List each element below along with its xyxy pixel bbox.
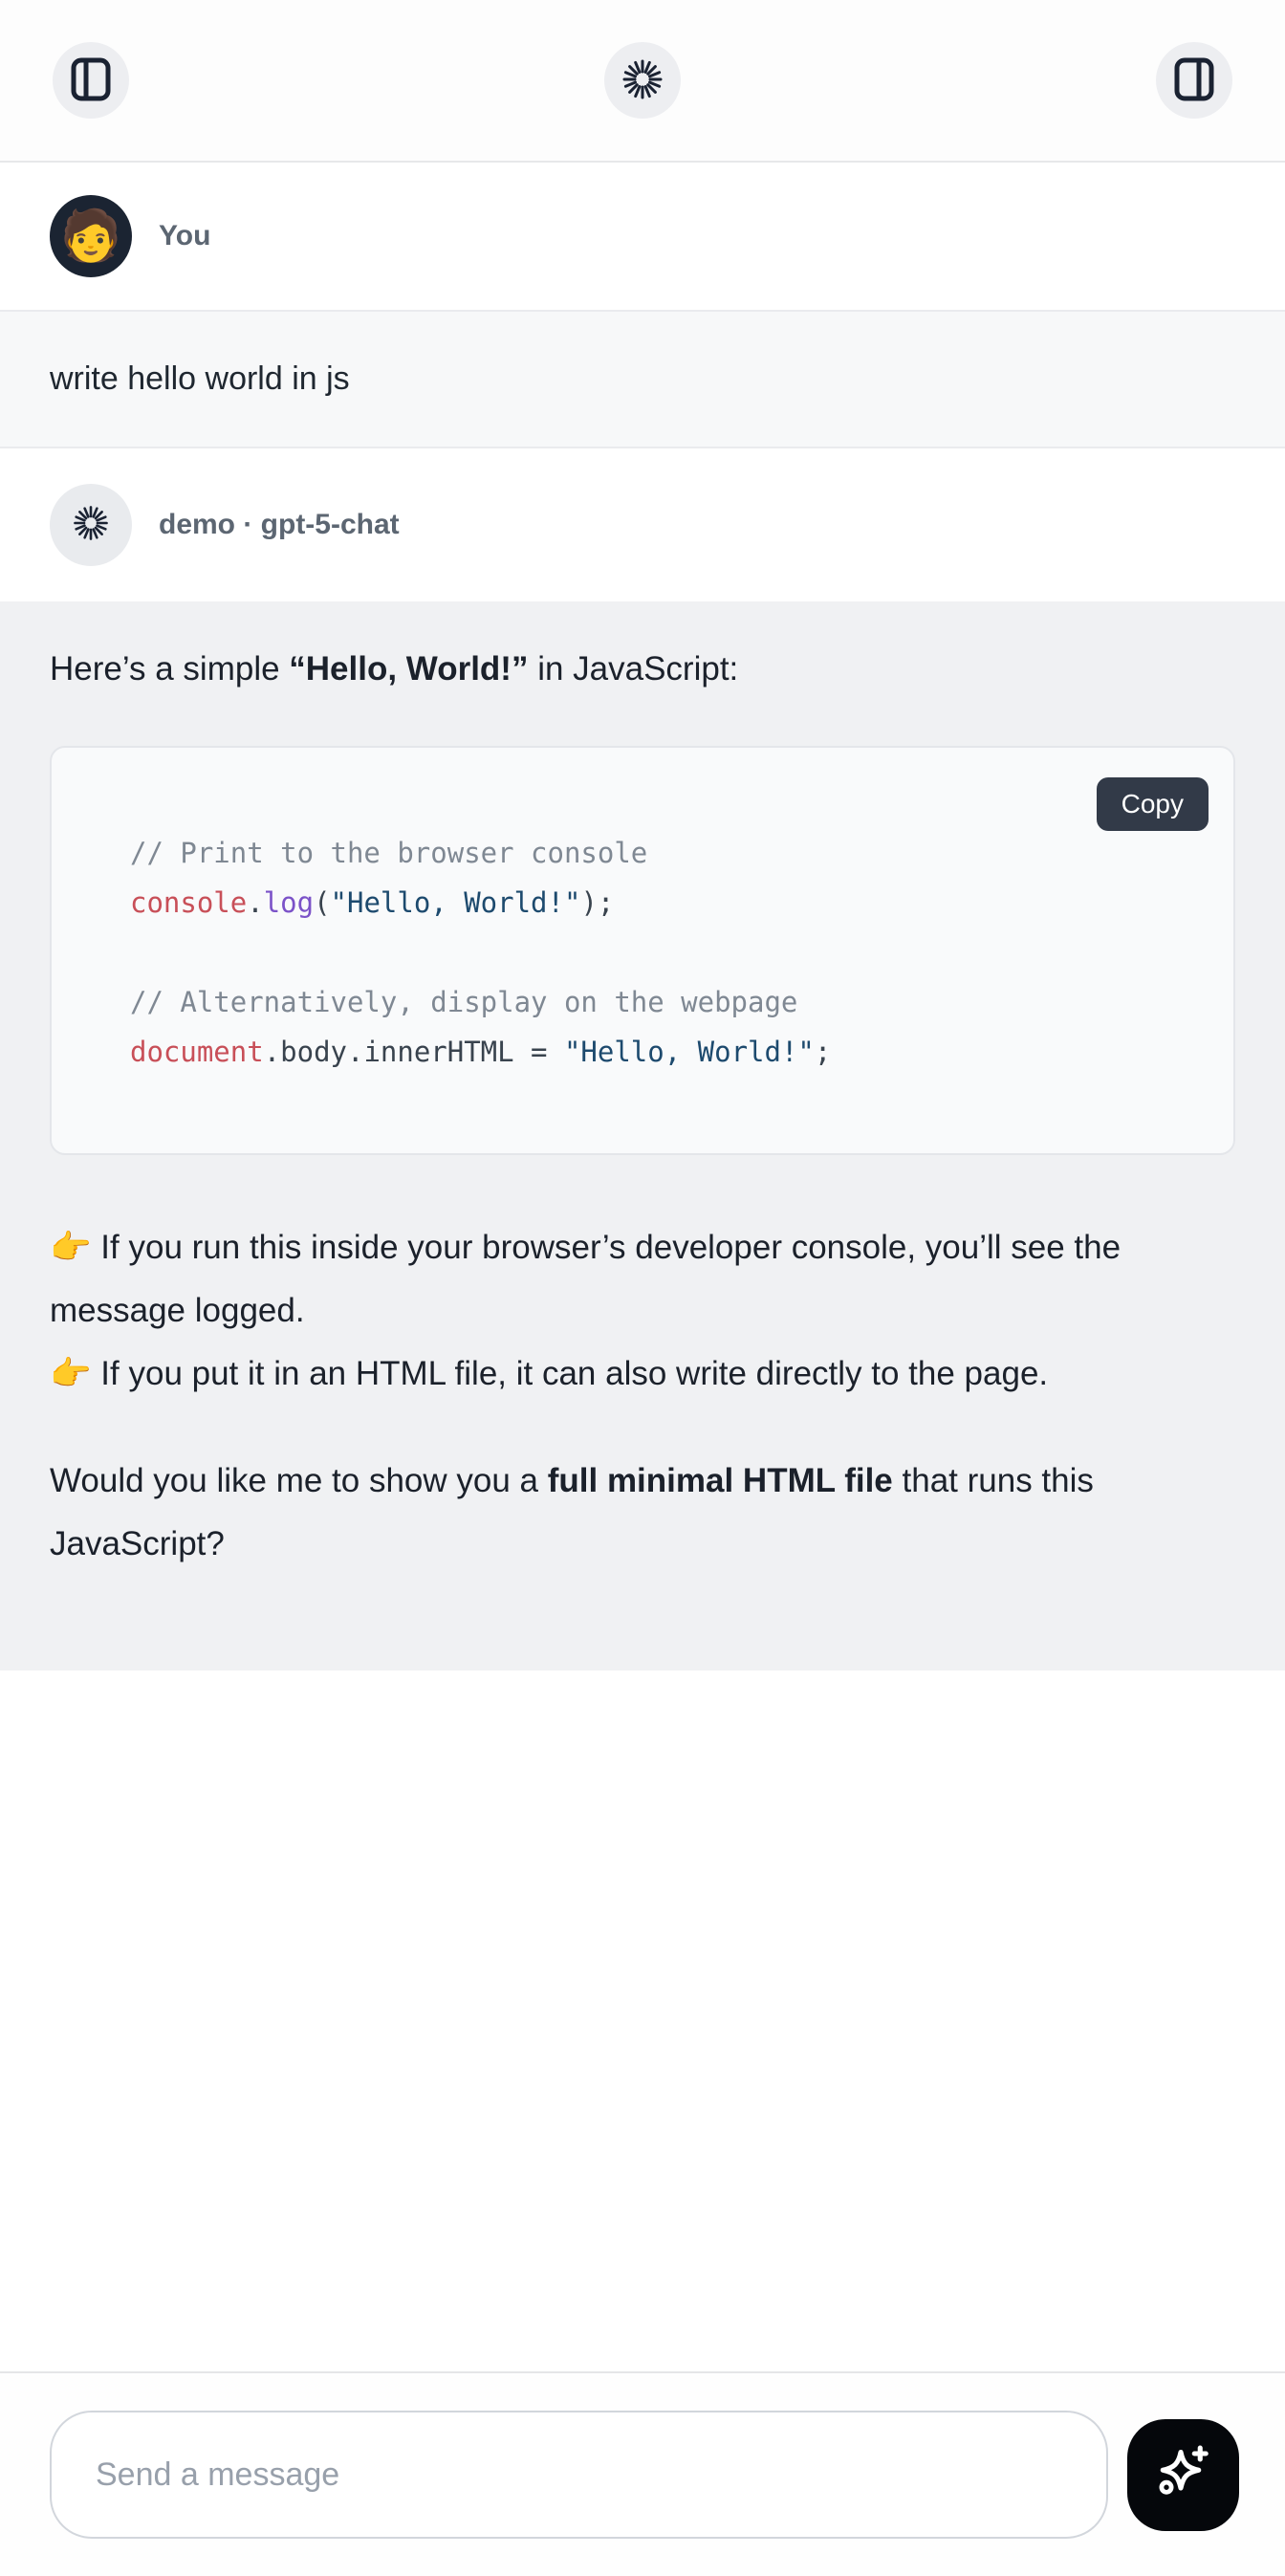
assistant-message-header: demo · gpt-5-chat (0, 448, 1285, 601)
assistant-message: demo · gpt-5-chat Here’s a simple “Hello… (0, 448, 1285, 1670)
user-message-header: 🧑 You (0, 163, 1285, 310)
assistant-tips-paragraph: 👉 If you run this inside your browser’s … (50, 1216, 1235, 1406)
user-message-body: write hello world in js (0, 310, 1285, 448)
intro-bold-text: “Hello, World!” (289, 650, 528, 688)
panel-right-icon (1173, 56, 1215, 105)
assistant-avatar (50, 484, 132, 566)
toggle-right-sidebar-button[interactable] (1156, 42, 1232, 119)
chat-app: 🧑 You write hello world in js (0, 0, 1285, 2576)
assistant-author-name: demo · gpt-5-chat (159, 509, 400, 541)
model-starburst-button[interactable] (604, 42, 681, 119)
top-bar (0, 0, 1285, 163)
user-avatar: 🧑 (50, 195, 132, 277)
panel-left-icon (70, 56, 112, 105)
starburst-icon (72, 504, 110, 547)
send-button[interactable] (1127, 2419, 1239, 2531)
assistant-followup-paragraph: Would you like me to show you a full min… (50, 1450, 1235, 1576)
composer-bar (0, 2371, 1285, 2576)
code-content: // Print to the browser consoleconsole.l… (130, 828, 1195, 1077)
user-message: 🧑 You write hello world in js (0, 163, 1285, 448)
code-block: Copy // Print to the browser consolecons… (50, 746, 1235, 1155)
message-input[interactable] (50, 2411, 1108, 2539)
starburst-icon (621, 57, 664, 104)
user-author-name: You (159, 220, 210, 252)
tip-line-console: 👉 If you run this inside your browser’s … (50, 1216, 1235, 1343)
empty-chat-area (0, 1670, 1285, 2371)
sparkle-plus-icon (1152, 2442, 1215, 2508)
copy-code-button[interactable]: Copy (1097, 777, 1209, 831)
tip-line-html: 👉 If you put it in an HTML file, it can … (50, 1343, 1235, 1406)
user-message-text: write hello world in js (50, 360, 350, 398)
followup-bold-text: full minimal HTML file (548, 1462, 893, 1499)
toggle-left-sidebar-button[interactable] (53, 42, 129, 119)
assistant-intro-paragraph: Here’s a simple “Hello, World!” in JavaS… (50, 638, 1235, 701)
assistant-message-body: Here’s a simple “Hello, World!” in JavaS… (0, 601, 1285, 1670)
person-emoji-icon: 🧑 (60, 211, 122, 261)
